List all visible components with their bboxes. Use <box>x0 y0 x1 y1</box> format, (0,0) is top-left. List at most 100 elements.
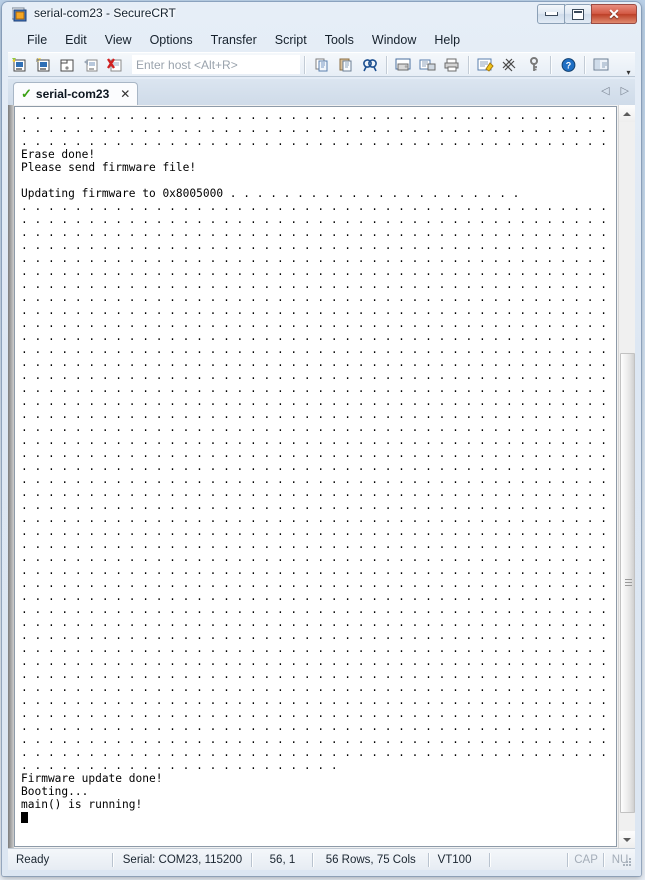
disconnect-icon[interactable] <box>105 54 127 75</box>
close-button[interactable]: ✕ <box>591 4 637 24</box>
terminal-line: . . . . . . . . . . . . . . . . . . . . … <box>21 265 616 278</box>
close-icon: ✕ <box>608 6 620 22</box>
toolbar-separator <box>304 55 306 74</box>
status-ready: Ready <box>16 853 50 866</box>
menu-item-transfer[interactable]: Transfer <box>202 31 266 49</box>
status-cursor-position: 56, 1 <box>269 853 296 866</box>
new-session-icon[interactable] <box>9 54 31 75</box>
tab-close-icon[interactable]: ✕ <box>120 87 130 101</box>
print-icon[interactable] <box>441 54 463 75</box>
terminal-line: . . . . . . . . . . . . . . . . . . . . … <box>21 382 616 395</box>
terminal-line: . . . . . . . . . . . . . . . . . . . . … <box>21 759 345 772</box>
print-screen-icon[interactable] <box>393 54 415 75</box>
terminal-line: . . . . . . . . . . . . . . . . . . . . … <box>21 525 616 538</box>
maximize-button[interactable] <box>564 4 592 24</box>
terminal-line: . . . . . . . . . . . . . . . . . . . . … <box>21 694 616 707</box>
terminal-line: . . . . . . . . . . . . . . . . . . . . … <box>21 733 616 746</box>
terminal-line: . . . . . . . . . . . . . . . . . . . . … <box>21 460 616 473</box>
global-options-icon[interactable] <box>499 54 521 75</box>
toolbar-overflow-chevron-icon: ▾ <box>626 68 631 77</box>
scrollbar-thumb[interactable] <box>620 353 635 813</box>
menu-bar: File Edit View Options Transfer Script Tools Wi… <box>2 28 641 52</box>
scrollbar-grip-icon <box>625 579 632 587</box>
copy-icon[interactable] <box>311 54 333 75</box>
terminal-scrollbar[interactable] <box>618 105 635 848</box>
tab-serial-com23[interactable]: ✓ serial-com23 ✕ <box>13 82 139 105</box>
terminal-line: . . . . . . . . . . . . . . . . . . . . … <box>21 447 616 460</box>
terminal-line: . . . . . . . . . . . . . . . . . . . . … <box>21 538 616 551</box>
tab-bar: ✓ serial-com23 ✕ ◁ ▷ <box>8 79 635 105</box>
menu-item-options[interactable]: Options <box>141 31 202 49</box>
terminal-line: . . . . . . . . . . . . . . . . . . . . … <box>21 707 616 720</box>
svg-text:?: ? <box>565 60 571 70</box>
help-icon[interactable]: ? <box>557 54 579 75</box>
menu-item-file[interactable]: File <box>18 31 56 49</box>
scroll-down-button[interactable] <box>619 831 635 848</box>
terminal-line: . . . . . . . . . . . . . . . . . . . . … <box>21 395 616 408</box>
terminal-line: . . . . . . . . . . . . . . . . . . . . … <box>21 655 616 668</box>
terminal-line: . . . . . . . . . . . . . . . . . . . . … <box>21 564 616 577</box>
window-title: serial-com23 - SecureCRT <box>34 6 176 20</box>
terminal-area: . . . . . . . . . . . . . . . . . . . . … <box>8 105 635 848</box>
terminal-line: . . . . . . . . . . . . . . . . . . . . … <box>21 720 616 733</box>
clone-session-icon[interactable] <box>33 54 55 75</box>
window-frame: serial-com23 - SecureCRT ✕ File Edit View O… <box>2 2 641 876</box>
terminal-line: . . . . . . . . . . . . . . . . . . . . … <box>21 551 616 564</box>
terminal-line: . . . . . . . . . . . . . . . . . . . . … <box>21 434 616 447</box>
window-controls: ✕ <box>537 4 637 24</box>
key-icon[interactable] <box>523 54 545 75</box>
menu-item-window[interactable]: Window <box>363 31 425 49</box>
status-serial: Serial: COM23, 115200 <box>122 853 243 866</box>
new-tab-icon[interactable] <box>57 54 79 75</box>
tab-prev-icon[interactable]: ◁ <box>601 84 609 97</box>
status-caps-lock: CAP <box>574 853 598 866</box>
terminal-line: Booting... <box>21 785 89 798</box>
terminal-output: . . . . . . . . . . . . . . . . . . . . … <box>21 109 616 824</box>
securecrt-app-icon <box>11 7 28 23</box>
menu-item-edit[interactable]: Edit <box>56 31 96 49</box>
host-input[interactable]: Enter host <Alt+R> <box>132 55 300 74</box>
tab-next-icon[interactable]: ▷ <box>621 84 629 97</box>
session-manager-icon[interactable] <box>591 54 613 75</box>
minimize-button[interactable] <box>537 4 565 24</box>
scroll-up-button[interactable] <box>619 105 635 122</box>
status-emulation: VT100 <box>437 853 472 866</box>
terminal-line: Please send firmware file! <box>21 161 197 174</box>
status-screen-size: 56 Rows, 75 Cols <box>325 853 416 866</box>
terminal-line: . . . . . . . . . . . . . . . . . . . . … <box>21 226 616 239</box>
menu-item-help[interactable]: Help <box>425 31 469 49</box>
resize-grip-icon[interactable] <box>621 856 633 868</box>
terminal-line: . . . . . . . . . . . . . . . . . . . . … <box>21 499 616 512</box>
terminal-line: . . . . . . . . . . . . . . . . . . . . … <box>21 746 616 759</box>
minimize-icon <box>544 12 558 16</box>
menu-item-view[interactable]: View <box>96 31 141 49</box>
find-icon[interactable] <box>359 54 381 75</box>
terminal-line: . . . . . . . . . . . . . . . . . . . . … <box>21 200 616 213</box>
terminal-line: . . . . . . . . . . . . . . . . . . . . … <box>21 473 616 486</box>
menu-item-script[interactable]: Script <box>266 31 316 49</box>
terminal-line: . . . . . . . . . . . . . . . . . . . . … <box>21 486 616 499</box>
log-session-icon[interactable] <box>417 54 439 75</box>
terminal-line: . . . . . . . . . . . . . . . . . . . . … <box>21 616 616 629</box>
tab-label: serial-com23 <box>35 87 110 101</box>
securecrt-window: serial-com23 - SecureCRT ✕ File Edit View O… <box>0 0 645 880</box>
terminal-line: . . . . . . . . . . . . . . . . . . . . … <box>21 343 616 356</box>
terminal-line: . . . . . . . . . . . . . . . . . . . . … <box>21 317 616 330</box>
status-blank <box>491 849 568 871</box>
terminal-screen[interactable]: . . . . . . . . . . . . . . . . . . . . … <box>14 106 617 847</box>
status-bar: Ready Serial: COM23, 115200 56, 1 56 Row… <box>8 848 635 870</box>
terminal-line: . . . . . . . . . . . . . . . . . . . . … <box>21 135 616 148</box>
toolbar-overflow-button[interactable]: ▾ <box>623 54 634 77</box>
menu-item-tools[interactable]: Tools <box>316 31 363 49</box>
toolbar-separator <box>584 55 586 74</box>
terminal-line: . . . . . . . . . . . . . . . . . . . . … <box>21 213 616 226</box>
toolbar-separator <box>468 55 470 74</box>
session-options-icon[interactable] <box>475 54 497 75</box>
terminal-line: . . . . . . . . . . . . . . . . . . . . … <box>21 239 616 252</box>
paste-icon[interactable] <box>335 54 357 75</box>
terminal-cursor <box>21 812 28 823</box>
chevron-down-icon <box>623 837 631 842</box>
terminal-line <box>21 811 616 824</box>
title-bar[interactable]: serial-com23 - SecureCRT ✕ <box>2 2 641 28</box>
reconnect-icon[interactable] <box>81 54 103 75</box>
